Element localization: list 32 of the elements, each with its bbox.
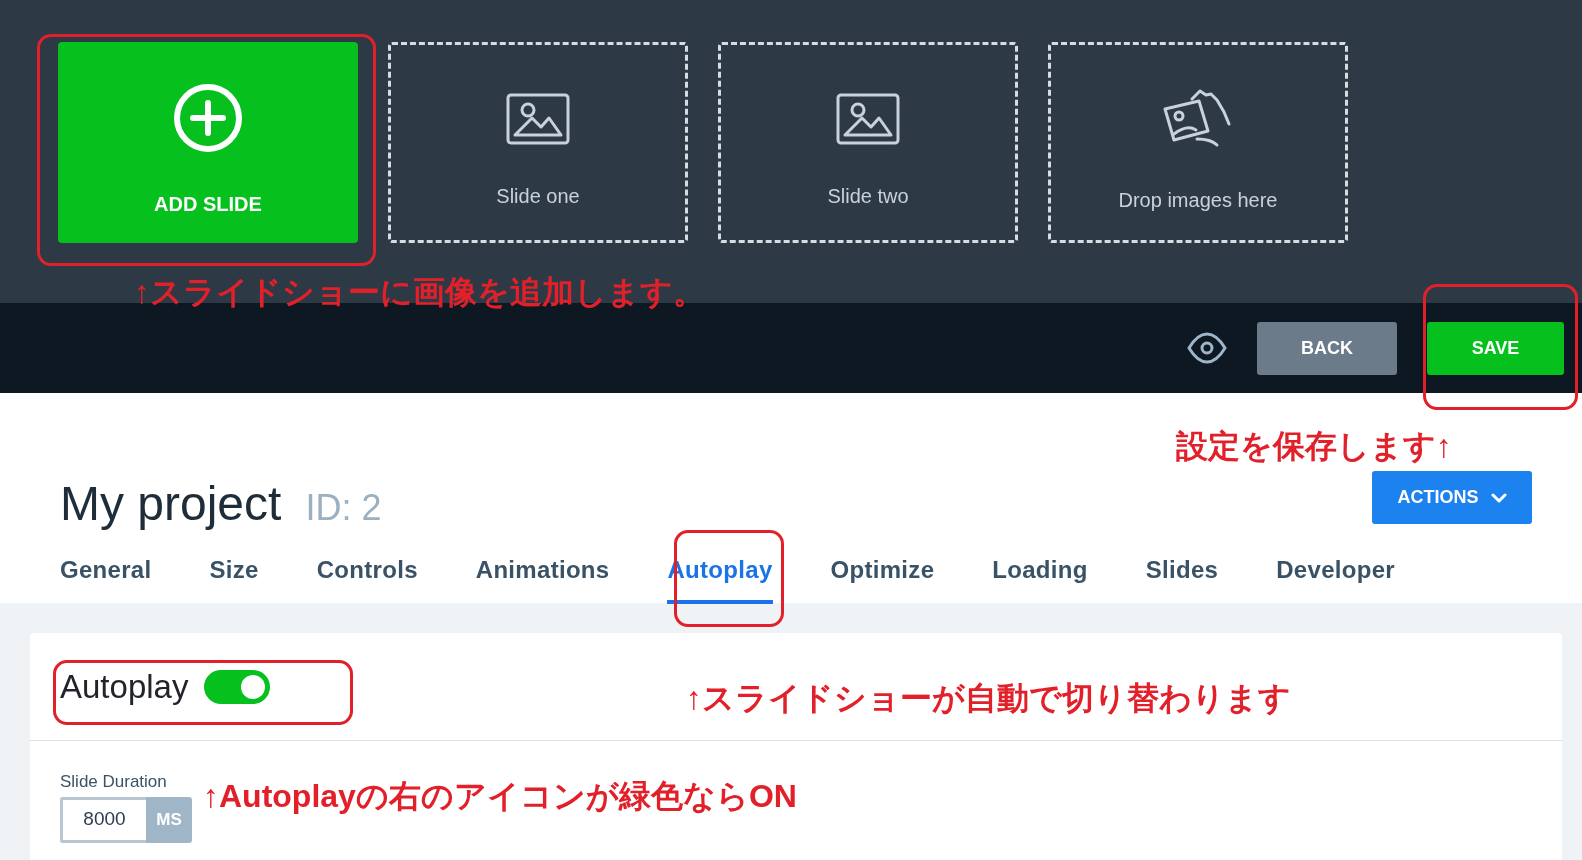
autoplay-label: Autoplay	[60, 666, 189, 707]
actions-dropdown-button[interactable]: ACTIONS	[1372, 471, 1532, 524]
project-title: My project	[60, 480, 282, 528]
tab[interactable]: Developer	[1276, 552, 1395, 604]
chevron-down-icon	[1490, 492, 1507, 503]
annotation-note: ↑Autoplayの右のアイコンが緑色ならON	[203, 780, 797, 812]
autoplay-toggle[interactable]	[204, 669, 271, 704]
tab[interactable]: Animations	[475, 552, 610, 604]
tab[interactable]: Size	[209, 552, 259, 604]
image-icon	[836, 92, 900, 145]
unit-label: MS	[146, 796, 192, 843]
slide-label: Slide one	[496, 183, 580, 209]
slide-card[interactable]: Slide two	[718, 42, 1018, 243]
drop-zone[interactable]: Drop images here	[1048, 42, 1348, 243]
back-button[interactable]: BACK	[1257, 321, 1397, 375]
duration-input-field[interactable]: 8000	[60, 796, 146, 843]
slide-label: Drop images here	[1118, 187, 1278, 213]
tab[interactable]: Slides	[1145, 552, 1219, 604]
plus-circle-icon	[173, 83, 243, 153]
tab[interactable]: Controls	[316, 552, 418, 604]
image-icon	[506, 92, 570, 145]
annotation-note: ↑スライドショーが自動で切り替わります	[686, 682, 1291, 714]
annotation-note: ↑スライドショーに画像を追加します。	[134, 276, 705, 308]
preview-eye-icon[interactable]	[1187, 331, 1227, 365]
slide-card[interactable]: Slide one	[388, 42, 688, 243]
tab[interactable]: Optimize	[830, 552, 935, 604]
annotation-note: 設定を保存します↑	[1176, 430, 1452, 462]
field-label: Slide Duration	[60, 771, 168, 793]
tab[interactable]: Loading	[992, 552, 1088, 604]
project-id: ID: 2	[305, 490, 382, 526]
tab[interactable]: General	[60, 552, 152, 604]
slide-label: Slide two	[827, 183, 909, 209]
